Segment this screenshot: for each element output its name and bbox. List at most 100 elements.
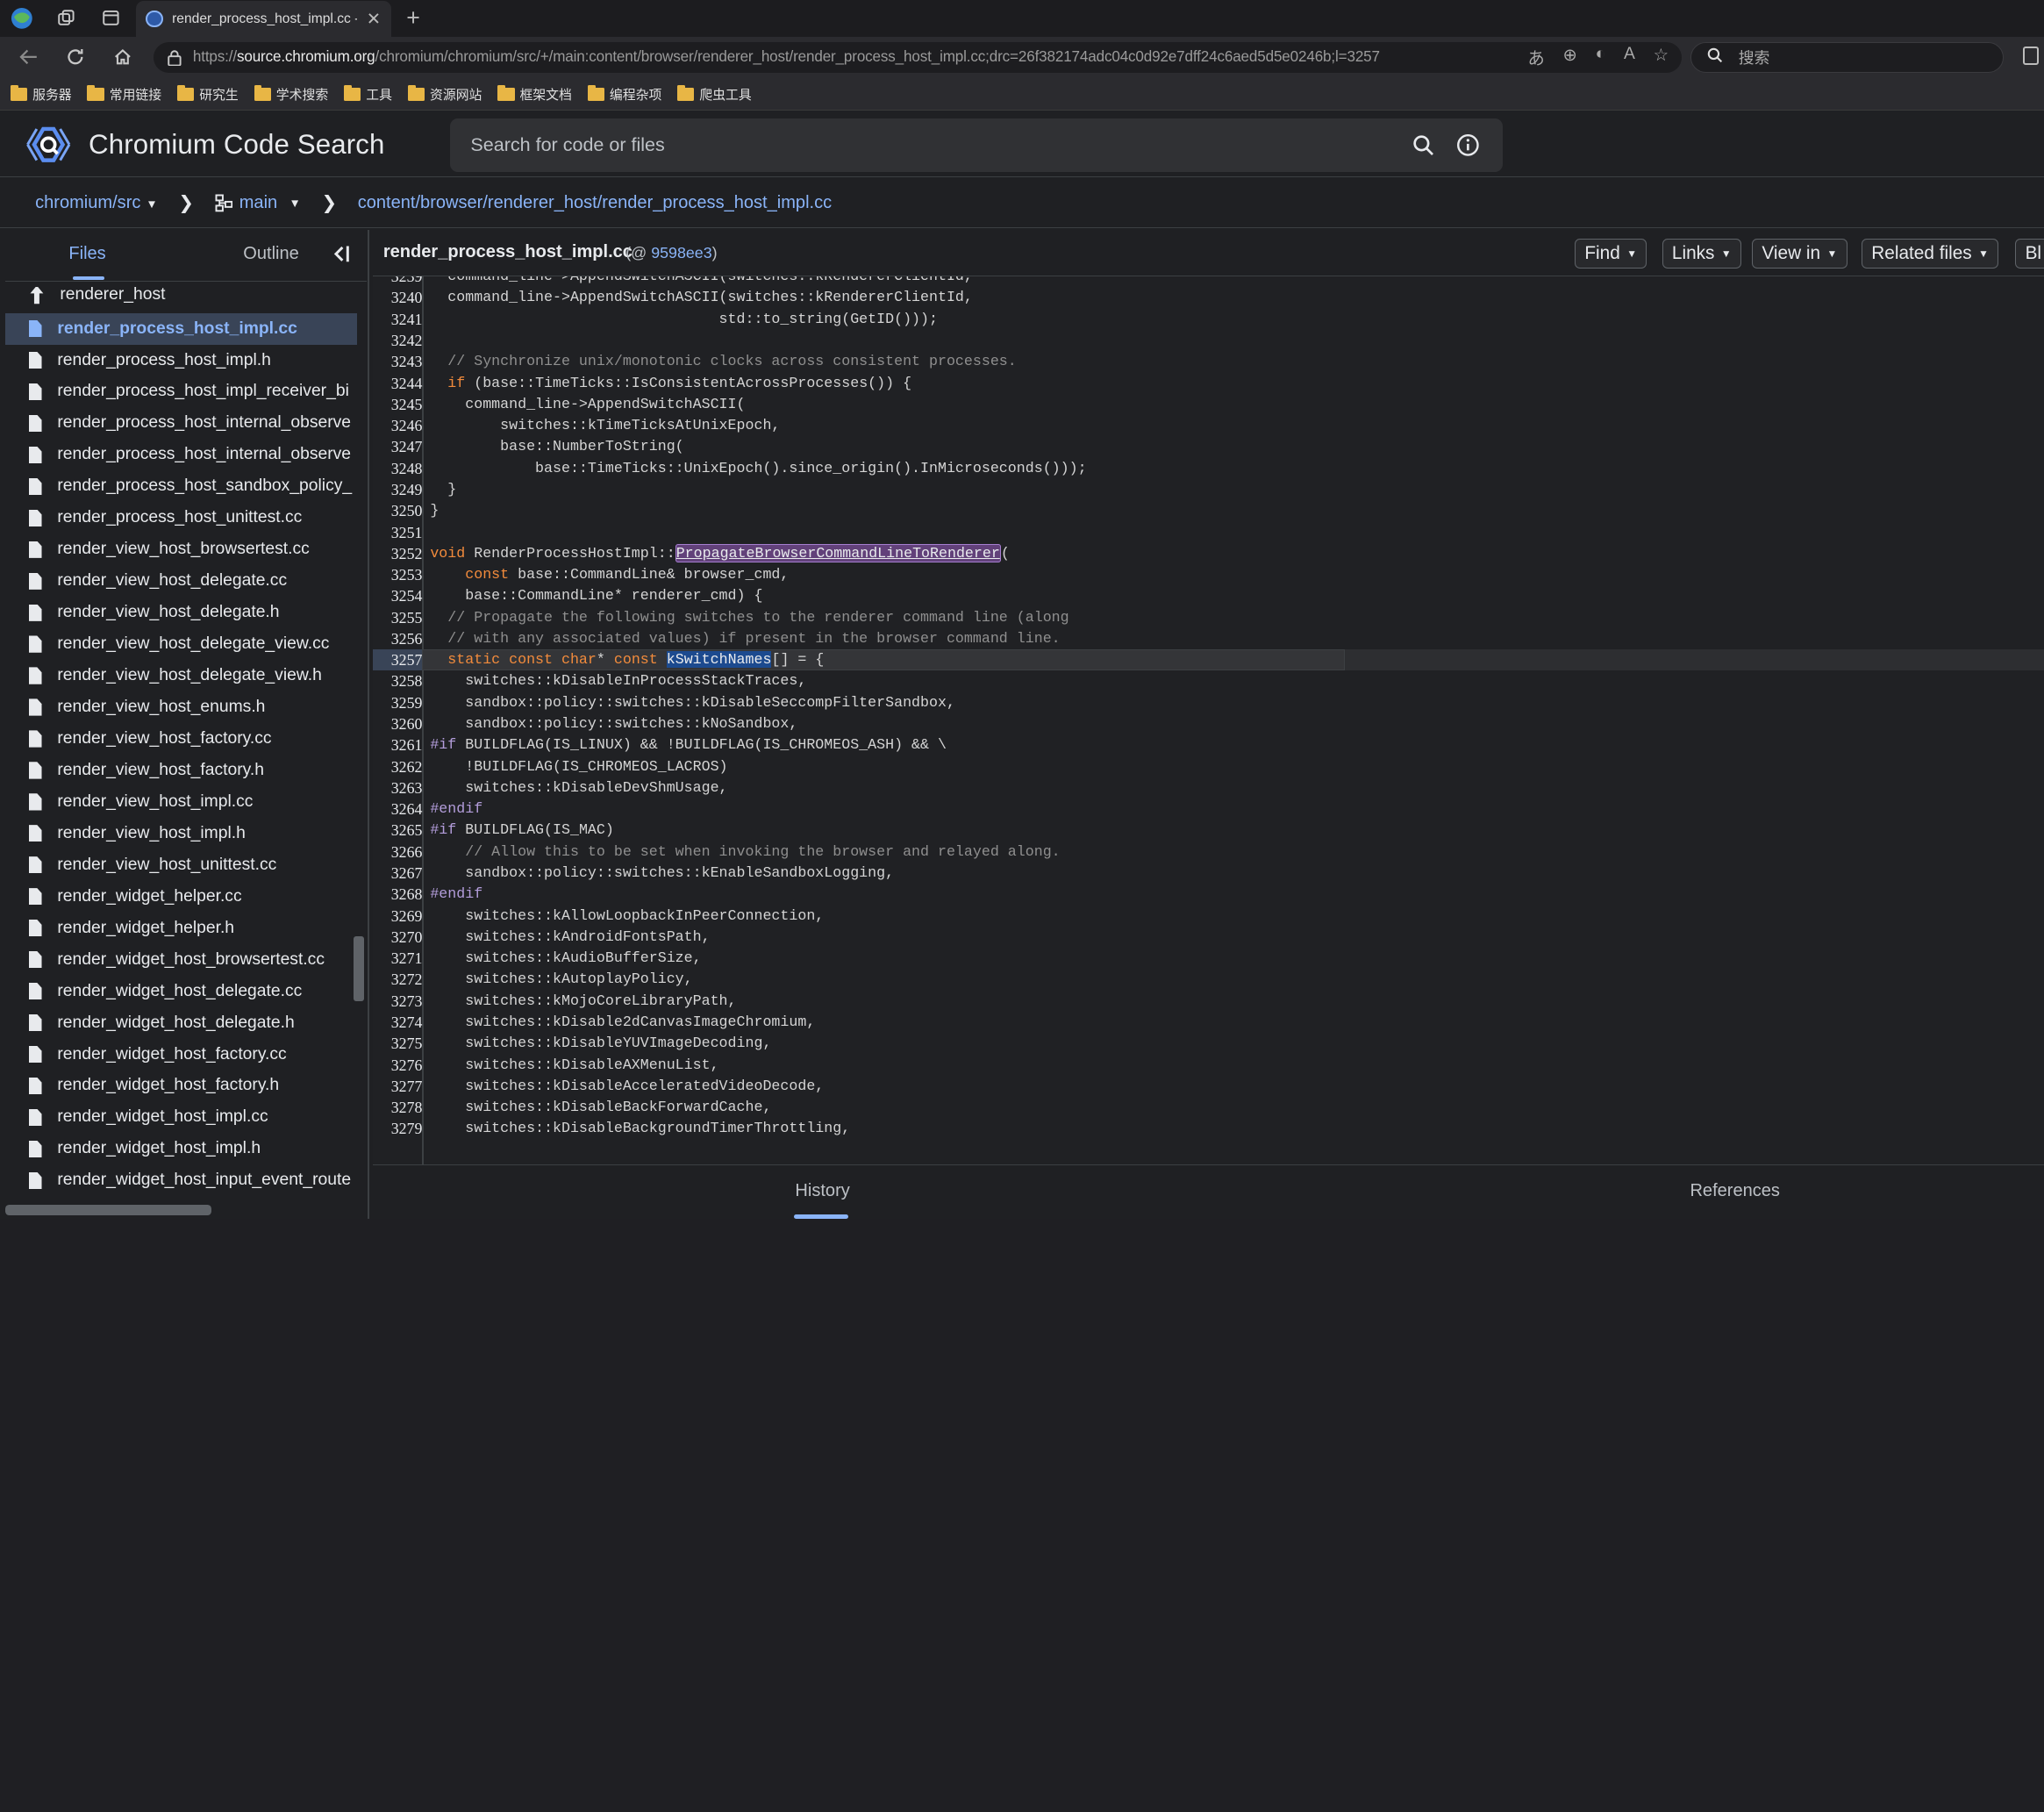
favorite-star-icon[interactable]: ☆ [1654, 45, 1669, 69]
line-number[interactable]: 3261 [373, 734, 423, 756]
code-search-input[interactable] [470, 134, 1394, 157]
search-icon[interactable] [1409, 131, 1438, 160]
line-number[interactable]: 3256 [373, 628, 423, 649]
line-number[interactable]: 3273 [373, 991, 423, 1012]
file-list-item[interactable]: render_view_host_delegate_view.h [5, 660, 357, 691]
line-number[interactable]: 3243 [373, 351, 423, 372]
line-number[interactable]: 3244 [373, 373, 423, 394]
line-number[interactable]: 3241 [373, 309, 423, 330]
read-aloud-icon[interactable]: A [1624, 45, 1635, 69]
new-tab-icon[interactable]: + [399, 3, 428, 34]
bookmark-folder[interactable]: 服务器 [10, 84, 72, 104]
url-text[interactable]: https://source.chromium.org/chromium/chr… [193, 48, 1518, 66]
bookmark-folder[interactable]: 工具 [344, 84, 392, 104]
file-list-item[interactable]: render_widget_host_impl.h [5, 1133, 357, 1164]
line-number[interactable]: 3271 [373, 948, 423, 969]
tab-outline[interactable]: Outline [230, 244, 313, 264]
line-number[interactable]: 3267 [373, 863, 423, 884]
file-list-item[interactable]: render_view_host_enums.h [5, 691, 357, 723]
file-list-item[interactable]: render_view_host_delegate.cc [5, 565, 357, 597]
bookmark-folder[interactable]: 爬虫工具 [677, 84, 752, 104]
line-number[interactable]: 3245 [373, 394, 423, 415]
tab-references[interactable]: References [1663, 1181, 1806, 1201]
browser-search-box[interactable]: 搜索 [1690, 41, 2004, 74]
bookmark-folder[interactable]: 常用链接 [87, 84, 161, 104]
file-list-item[interactable]: render_view_host_delegate_view.cc [5, 628, 357, 660]
line-number[interactable]: 3269 [373, 906, 423, 927]
line-number[interactable]: 3275 [373, 1033, 423, 1054]
line-number[interactable]: 3258 [373, 670, 423, 691]
site-title[interactable]: Chromium Code Search [89, 129, 385, 161]
line-number[interactable]: 3272 [373, 969, 423, 990]
line-number[interactable]: 3251 [373, 522, 423, 543]
file-list-item[interactable]: render_view_host_factory.h [5, 755, 357, 786]
extension-icon[interactable]: ◐ [1596, 45, 1606, 69]
horizontal-scrollbar[interactable] [4, 1204, 211, 1215]
file-list-item[interactable]: render_widget_host_factory.cc [5, 1039, 357, 1071]
code-search-box[interactable] [449, 118, 1504, 173]
tab-actions-icon[interactable] [89, 0, 133, 37]
reload-icon[interactable] [52, 37, 98, 79]
bookmark-folder[interactable]: 编程杂项 [587, 84, 661, 104]
selected-symbol[interactable]: kSwitchNames [666, 651, 772, 669]
blame-button[interactable]: Bl [2015, 238, 2044, 269]
back-icon[interactable] [5, 37, 52, 79]
profile-icon[interactable] [0, 0, 45, 37]
address-bar[interactable]: https://source.chromium.org/chromium/chr… [154, 41, 1682, 74]
file-list-item[interactable]: render_view_host_delegate.h [5, 597, 357, 628]
browser-tab-active[interactable]: render_process_host_impl.cc - Chr ✕ [135, 1, 391, 37]
repo-selector[interactable]: chromium/src ▼ [35, 193, 157, 213]
collapse-panel-icon[interactable] [331, 242, 354, 269]
file-list-item[interactable]: render_widget_host_impl.cc [5, 1101, 357, 1133]
code-search-logo-icon[interactable] [24, 124, 73, 166]
file-list-item[interactable]: render_widget_host_browsertest.cc [5, 944, 357, 976]
line-number[interactable]: 3257 [372, 649, 423, 671]
bookmark-folder[interactable]: 研究生 [176, 84, 239, 104]
file-list-item[interactable]: render_widget_host_input_event_route [5, 1164, 357, 1196]
line-number[interactable]: 3250 [373, 500, 423, 521]
parent-directory[interactable]: renderer_host [5, 286, 357, 313]
file-list-scrollbar[interactable] [353, 935, 364, 1002]
file-list-item[interactable]: render_widget_helper.h [5, 913, 357, 944]
tab-close-icon[interactable]: ✕ [367, 9, 381, 30]
line-number[interactable]: 3254 [373, 585, 423, 606]
line-number[interactable]: 3259 [373, 692, 423, 713]
line-number[interactable]: 3253 [373, 564, 423, 585]
file-list-item[interactable]: render_process_host_impl_receiver_bi [5, 376, 357, 408]
file-list-item[interactable]: render_view_host_impl.h [5, 818, 357, 849]
file-list-item[interactable]: render_view_host_factory.cc [5, 723, 357, 755]
view-in-button[interactable]: View in ▼ [1752, 238, 1847, 269]
bookmark-folder[interactable]: 框架文档 [497, 84, 572, 104]
file-list-item[interactable]: render_process_host_unittest.cc [5, 502, 357, 534]
line-number[interactable]: 3277 [373, 1076, 423, 1097]
file-list-item[interactable]: render_process_host_impl.cc [4, 312, 358, 345]
line-number[interactable]: 3270 [373, 927, 423, 948]
line-number[interactable]: 3246 [373, 415, 423, 436]
file-list-item[interactable]: render_widget_host_factory.h [5, 1070, 357, 1101]
line-number[interactable]: 3242 [373, 330, 423, 351]
line-number[interactable]: 3276 [373, 1055, 423, 1076]
line-number[interactable]: 3263 [373, 777, 423, 799]
file-list-item[interactable]: render_widget_host_delegate.h [5, 1007, 357, 1039]
branch-selector[interactable]: main ▼ [215, 193, 301, 213]
line-number[interactable]: 3268 [373, 884, 423, 905]
file-list-item[interactable]: render_process_host_impl.h [5, 345, 357, 376]
lock-icon[interactable] [167, 49, 182, 67]
find-button[interactable]: Find ▼ [1574, 238, 1647, 269]
line-number[interactable]: 3260 [373, 713, 423, 734]
line-number[interactable]: 3247 [373, 436, 423, 457]
bookmark-folder[interactable]: 学术搜索 [254, 84, 328, 104]
file-list-item[interactable]: render_widget_host_delegate.cc [5, 976, 357, 1007]
file-path-link[interactable]: content/browser/renderer_host/render_pro… [358, 193, 832, 213]
file-list-item[interactable]: render_view_host_impl.cc [5, 786, 357, 818]
links-button[interactable]: Links ▼ [1662, 238, 1742, 269]
line-number[interactable]: 3262 [373, 756, 423, 777]
tab-files[interactable]: Files [39, 244, 136, 264]
zoom-icon[interactable]: ⊕ [1563, 45, 1577, 69]
sidebar-toggle-icon[interactable] [2023, 47, 2039, 66]
info-icon[interactable] [1454, 131, 1483, 160]
line-number[interactable]: 3264 [373, 799, 423, 820]
file-list-item[interactable]: render_process_host_internal_observe [5, 439, 357, 470]
line-number[interactable]: 3266 [373, 842, 423, 863]
line-number[interactable]: 3240 [373, 287, 423, 308]
